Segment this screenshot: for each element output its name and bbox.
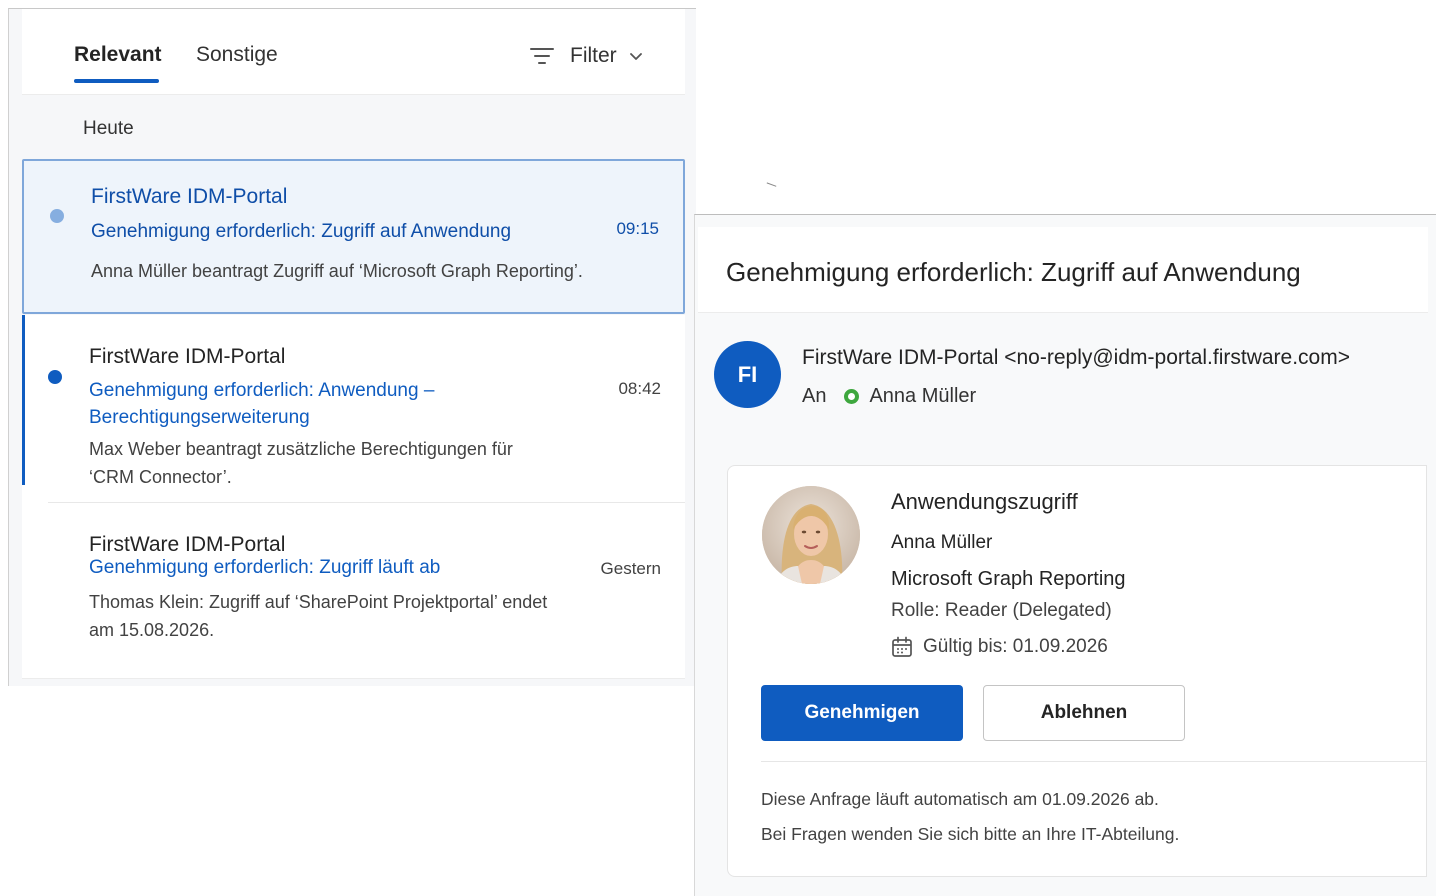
reading-subject-header: Genehmigung erforderlich: Zugriff auf An… <box>698 227 1428 313</box>
unread-status-dot <box>48 370 62 384</box>
valid-until-text: Gültig bis: 01.09.2026 <box>923 636 1108 657</box>
chevron-down-icon <box>629 53 642 60</box>
valid-until-row: Gültig bis: 01.09.2026 <box>891 636 1108 658</box>
expiry-note: Diese Anfrage läuft automatisch am 01.09… <box>761 789 1159 809</box>
mail-subject: Genehmigung erforderlich: Zugriff auf An… <box>91 221 512 242</box>
unread-indicator-bar <box>22 315 25 485</box>
calendar-icon <box>892 636 912 657</box>
mail-sender: FirstWare IDM-Portal <box>89 345 286 368</box>
presence-available-icon <box>844 389 860 404</box>
request-user: Anna Müller <box>891 532 993 553</box>
mail-list-item[interactable]: FirstWare IDM-Portal Genehmigung erforde… <box>22 315 685 503</box>
recipient-row: An Anna Müller <box>802 385 976 408</box>
card-divider <box>761 761 1426 762</box>
reading-subject: Genehmigung erforderlich: Zugriff auf An… <box>726 257 1301 287</box>
filter-label: Filter <box>570 44 617 67</box>
read-status-dot <box>50 209 64 223</box>
filter-button[interactable]: Filter <box>530 41 643 71</box>
filter-icon <box>530 48 554 64</box>
sender-address[interactable]: FirstWare IDM-Portal <no-reply@idm-porta… <box>802 346 1350 370</box>
decorative-mark <box>765 182 777 190</box>
card-title: Anwendungszugriff <box>891 489 1078 514</box>
recipient-name[interactable]: Anna Müller <box>869 385 976 408</box>
mail-list-header: Relevant Sonstige Filter <box>22 9 685 95</box>
mail-list-item-selected[interactable]: FirstWare IDM-Portal Genehmigung erforde… <box>22 159 685 314</box>
reading-pane: Genehmigung erforderlich: Zugriff auf An… <box>694 214 1436 896</box>
mail-time: 08:42 <box>618 379 661 398</box>
request-role: Rolle: Reader (Delegated) <box>891 600 1112 621</box>
user-photo <box>762 486 860 584</box>
to-label: An <box>802 385 827 407</box>
mail-preview: Anna Müller beantragt Zugriff auf ‘Micro… <box>91 261 583 281</box>
mail-preview: Thomas Klein: Zugriff auf ‘SharePoint Pr… <box>89 592 548 640</box>
mail-time: Gestern <box>600 559 661 578</box>
tab-sonstige[interactable]: Sonstige <box>196 43 278 67</box>
active-tab-indicator <box>74 79 159 83</box>
approve-button[interactable]: Genehmigen <box>761 685 963 741</box>
reject-button[interactable]: Ablehnen <box>983 685 1185 741</box>
mail-subject: Genehmigung erforderlich: Zugriff läuft … <box>89 557 441 578</box>
sender-avatar[interactable]: FI <box>714 341 781 408</box>
approval-card: Anwendungszugriff Anna Müller Microsoft … <box>727 465 1427 877</box>
date-group-heading: Heute <box>83 118 134 139</box>
user-portrait-icon <box>762 486 860 584</box>
mail-list-panel: Relevant Sonstige Filter Heute FirstWare… <box>8 8 696 686</box>
help-note: Bei Fragen wenden Sie sich bitte an Ihre… <box>761 824 1180 844</box>
tab-relevant[interactable]: Relevant <box>74 43 162 67</box>
request-application: Microsoft Graph Reporting <box>891 568 1126 590</box>
mail-list-item[interactable]: FirstWare IDM-Portal Genehmigung erforde… <box>22 503 685 679</box>
mail-sender: FirstWare IDM-Portal <box>91 185 288 208</box>
mail-preview: Max Weber beantragt zusätzliche Berechti… <box>89 439 513 487</box>
mail-subject: Genehmigung erforderlich: Anwendung – Be… <box>89 380 435 428</box>
mail-time: 09:15 <box>616 219 659 238</box>
